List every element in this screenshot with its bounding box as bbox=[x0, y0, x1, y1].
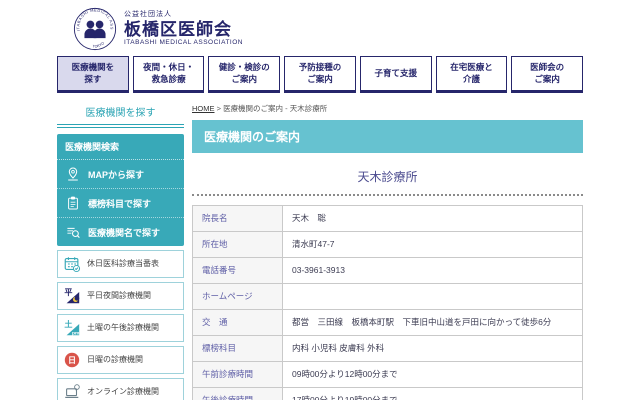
sidebar-item-label: 標榜科目で探す bbox=[88, 198, 152, 209]
page-title: 医療機関のご案内 bbox=[192, 120, 583, 153]
nav-tab-find-medical[interactable]: 医療機関を 探す bbox=[57, 56, 129, 93]
breadcrumb: HOME > 医療機関のご案内 - 天木診療所 bbox=[192, 101, 583, 120]
sidebar-item-label: 医療機関名で探す bbox=[88, 227, 161, 238]
dotted-separator bbox=[192, 194, 583, 196]
nav-tab-association-info[interactable]: 医師会の ご案内 bbox=[511, 56, 584, 93]
row-label: 所在地 bbox=[192, 231, 283, 259]
sidebar-item-search-by-map[interactable]: MAPから探す bbox=[57, 160, 184, 189]
row-value: 清水町47-7 bbox=[282, 231, 583, 259]
sidebar-link-sunday[interactable]: 日 日曜の診療機関 bbox=[57, 346, 184, 374]
association-emblem-icon: ITABASHI MEDICAL ASSOC. TOKYO bbox=[73, 7, 117, 51]
clinic-name: 天木診療所 bbox=[357, 170, 418, 184]
svg-text:ITABASHI MEDICAL ASSOC.: ITABASHI MEDICAL ASSOC. bbox=[73, 7, 114, 31]
sidebar-link-weekday-night[interactable]: 平 平日夜間診療機関 bbox=[57, 282, 184, 310]
sidebar: 医療機関を探す 医療機関検索 MAPから探す 標榜科目で探す 医療機関名で探す … bbox=[57, 101, 184, 400]
sidebar-link-holiday-duty-roster[interactable]: 休日医科診療当番表 bbox=[57, 250, 184, 278]
org-name-en: ITABASHI MEDICAL ASSOCIATION bbox=[124, 39, 243, 47]
sidebar-item-label: MAPから探す bbox=[88, 169, 144, 180]
sidebar-link-label: 休日医科診療当番表 bbox=[87, 259, 159, 268]
map-pin-icon bbox=[68, 167, 78, 181]
sidebar-link-label: 日曜の診療機関 bbox=[87, 355, 143, 364]
sidebar-title: 医療機関を探す bbox=[85, 108, 156, 119]
sidebar-link-label: 平日夜間診療機関 bbox=[87, 291, 151, 300]
table-row-morning-hours: 午前診療時間 09時00分より12時00分まで bbox=[192, 361, 583, 389]
table-row-departments: 標榜科目 内科 小児科 皮膚科 外科 bbox=[192, 335, 583, 363]
sidebar-item-search-by-department[interactable]: 標榜科目で探す bbox=[57, 189, 184, 218]
svg-text:日: 日 bbox=[68, 356, 76, 365]
sidebar-link-saturday-afternoon[interactable]: 土 pm 土曜の午後診療機関 bbox=[57, 314, 184, 342]
nav-tab-homecare-nursing[interactable]: 在宅医療と 介護 bbox=[435, 56, 508, 93]
sunday-icon: 日 bbox=[64, 352, 80, 368]
nav-tab-night-holiday-emergency[interactable]: 夜間・休日・ 救急診療 bbox=[132, 56, 205, 93]
nav-tab-vaccination-info[interactable]: 予防接種の ご案内 bbox=[284, 56, 356, 93]
saturday-pm-icon: 土 pm bbox=[64, 319, 80, 336]
site-header: ITABASHI MEDICAL ASSOC. TOKYO 公益社団法人 板橋区… bbox=[55, 0, 585, 56]
row-label: 電話番号 bbox=[192, 257, 283, 285]
org-name: 板橋区医師会 bbox=[124, 19, 232, 39]
org-title-block: 公益社団法人 板橋区医師会 ITABASHI MEDICAL ASSOCIATI… bbox=[124, 11, 243, 46]
svg-text:pm: pm bbox=[72, 331, 80, 336]
table-row-address: 所在地 清水町47-7 bbox=[192, 231, 583, 259]
row-label: 午前診療時間 bbox=[192, 361, 283, 389]
breadcrumb-separator: > bbox=[214, 104, 224, 113]
row-value: 内科 小児科 皮膚科 外科 bbox=[282, 335, 583, 363]
row-value: 17時00分より19時00分まで bbox=[282, 387, 583, 400]
sidebar-divider bbox=[57, 124, 184, 128]
holiday-calendar-icon bbox=[64, 257, 81, 273]
svg-text:平: 平 bbox=[64, 288, 72, 297]
clipboard-icon bbox=[68, 196, 78, 210]
table-row-phone: 電話番号 03-3961-3913 bbox=[192, 257, 583, 285]
row-label: 院長名 bbox=[192, 204, 283, 233]
row-value bbox=[282, 283, 583, 311]
breadcrumb-current: 医療機関のご案内 - 天木診療所 bbox=[223, 104, 328, 113]
nav-tab-childcare-support[interactable]: 子育て支援 bbox=[359, 56, 432, 93]
row-label: 標榜科目 bbox=[192, 335, 283, 363]
row-label: 午後診療時間 bbox=[192, 387, 283, 400]
row-label: ホームページ bbox=[192, 283, 283, 311]
breadcrumb-home-link[interactable]: HOME bbox=[192, 104, 215, 113]
nav-tab-checkup-info[interactable]: 健診・検診の ご案内 bbox=[208, 56, 281, 93]
row-value: 天木 聡 bbox=[282, 204, 583, 233]
sidebar-link-label: オンライン診療機関 bbox=[87, 387, 159, 396]
page: ITABASHI MEDICAL ASSOC. TOKYO 公益社団法人 板橋区… bbox=[55, 0, 585, 400]
table-row-homepage: ホームページ bbox=[192, 283, 583, 311]
facility-search-header: 医療機関検索 bbox=[57, 134, 184, 160]
sidebar-item-search-by-name[interactable]: 医療機関名で探す bbox=[57, 218, 184, 246]
weekday-night-icon: 平 bbox=[64, 288, 80, 304]
facility-search-box: 医療機関検索 MAPから探す 標榜科目で探す 医療機関名で探す bbox=[57, 134, 184, 246]
row-label: 交 通 bbox=[192, 309, 283, 337]
table-row-afternoon-hours: 午後診療時間17時00分より19時00分まで bbox=[192, 387, 583, 400]
search-list-icon bbox=[67, 227, 80, 238]
row-value: 都営 三田線 板橋本町駅 下車旧中山道を戸田に向かって徒歩6分 bbox=[282, 309, 583, 337]
org-type: 公益社団法人 bbox=[124, 11, 172, 19]
sidebar-link-label: 土曜の午後診療機関 bbox=[87, 323, 159, 332]
main-nav: 医療機関を 探す 夜間・休日・ 救急診療 健診・検診の ご案内 予防接種の ご案… bbox=[55, 56, 585, 93]
row-value: 03-3961-3913 bbox=[282, 257, 583, 285]
online-laptop-icon bbox=[65, 384, 80, 398]
main-content: HOME > 医療機関のご案内 - 天木診療所 医療機関のご案内 天木診療所 院… bbox=[192, 101, 583, 400]
row-value: 09時00分より12時00分まで bbox=[282, 361, 583, 389]
sidebar-link-online-clinics[interactable]: オンライン診療機関 bbox=[57, 378, 184, 400]
table-row-access: 交 通都営 三田線 板橋本町駅 下車旧中山道を戸田に向かって徒歩6分 bbox=[192, 309, 583, 337]
clinic-detail-table: 院長名 天木 聡 所在地 清水町47-7 電話番号 03-3961-3913 ホームペ… bbox=[192, 204, 583, 400]
svg-text:土: 土 bbox=[64, 319, 72, 329]
table-row-director: 院長名 天木 聡 bbox=[192, 204, 583, 233]
